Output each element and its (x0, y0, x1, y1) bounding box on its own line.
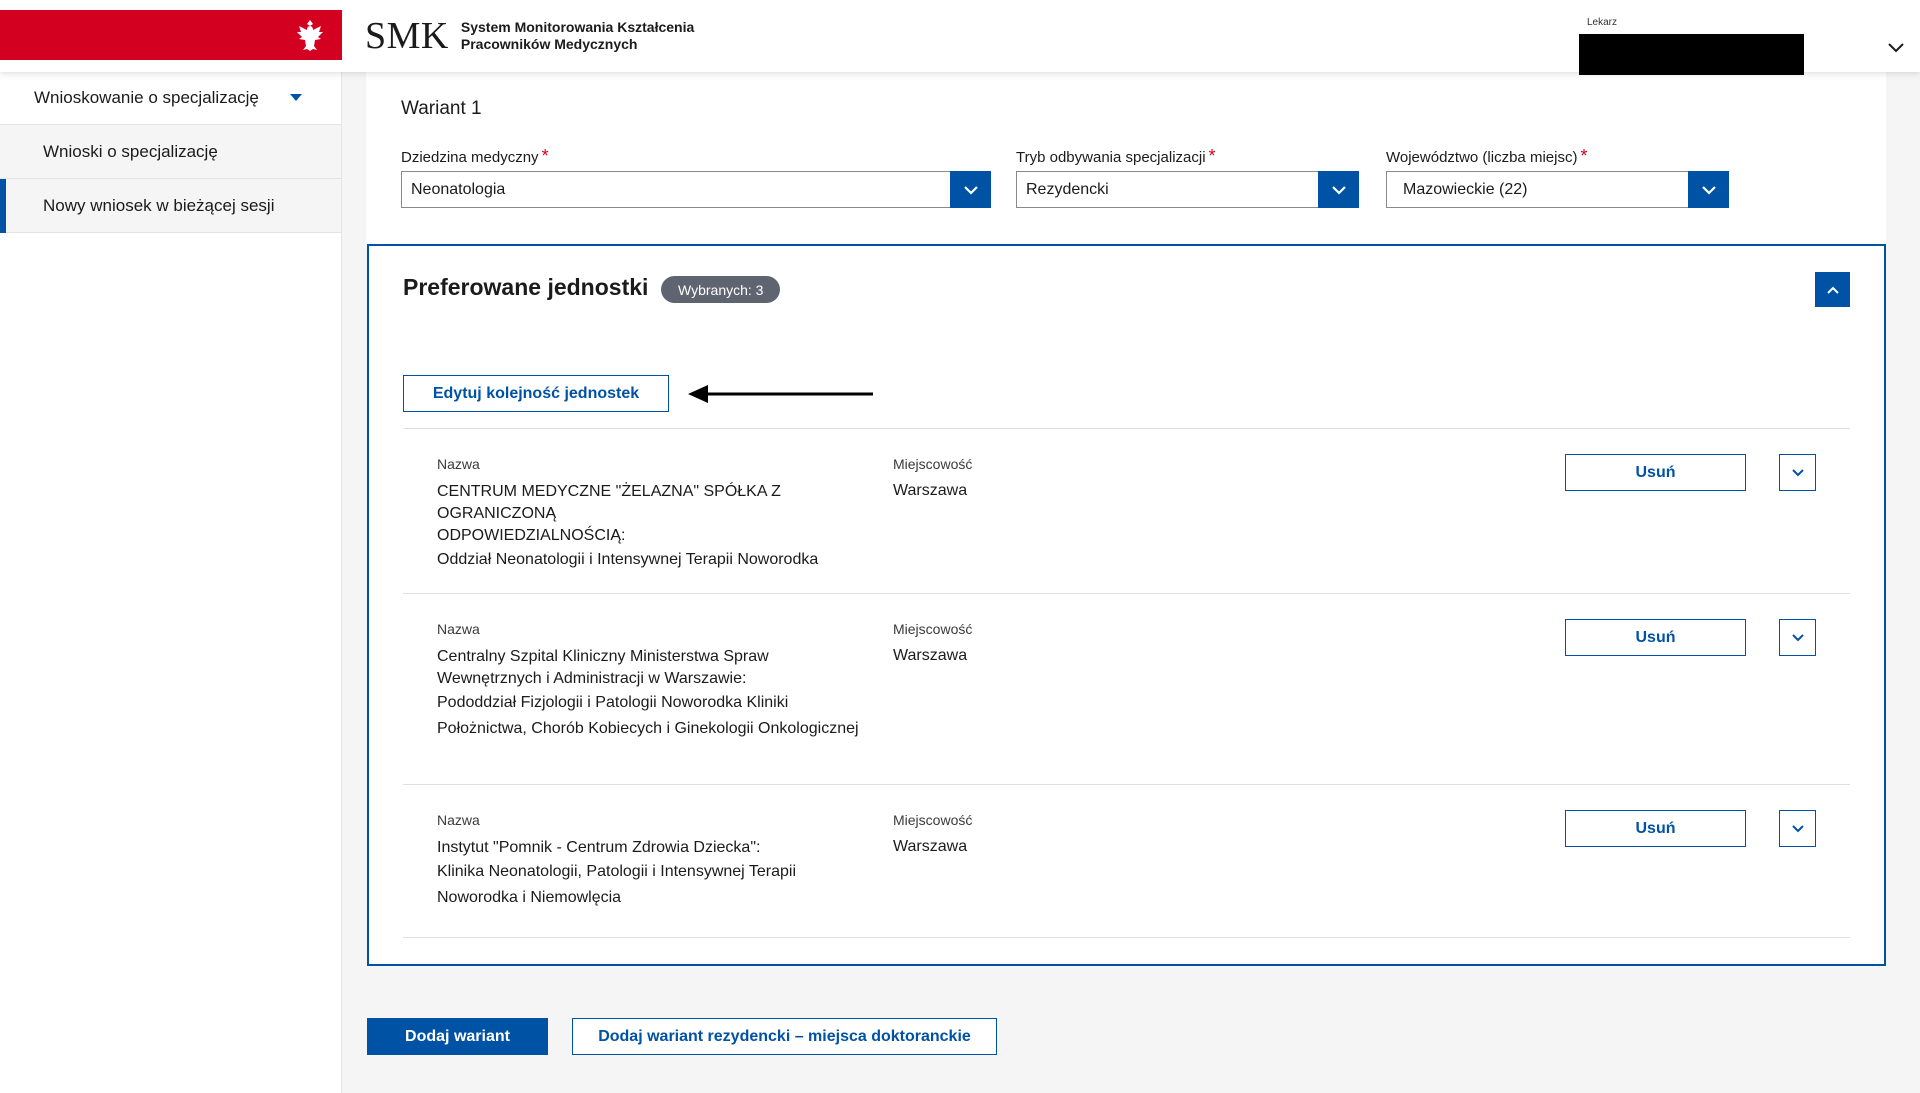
preferred-units-title: Preferowane jednostki (403, 274, 649, 300)
name-column-label: Nazwa (437, 456, 480, 472)
chevron-down-icon (1701, 185, 1716, 195)
unit-name-line: Pododdział Fizjologii i Patologii Noworo… (437, 694, 789, 711)
row-divider (403, 428, 1850, 429)
unit-name-line: Centralny Szpital Kliniczny Ministerstwa… (437, 648, 769, 665)
unit-name-line: CENTRUM MEDYCZNE "ŻELAZNA" SPÓŁKA Z OGRA… (437, 483, 781, 522)
city-column-label: Miejscowość (893, 812, 973, 828)
unit-name-line: Instytut "Pomnik - Centrum Zdrowia Dziec… (437, 839, 761, 856)
unit-name-line: Noworodka i Niemowlęcia (437, 889, 622, 906)
expand-unit-button[interactable] (1779, 454, 1816, 491)
unit-name-line: Klinika Neonatologii, Patologii i Intens… (437, 863, 797, 880)
field-label-tryb: Tryb odbywania specjalizacji * (1016, 146, 1216, 167)
chevron-down-icon (1331, 185, 1346, 195)
remove-unit-button[interactable]: Usuń (1565, 619, 1746, 656)
brand-description: System Monitorowania Kształcenia Pracown… (460, 19, 695, 52)
tryb-select[interactable]: Rezydencki (1016, 171, 1359, 208)
active-indicator (0, 179, 6, 233)
unit-name: Instytut "Pomnik - Centrum Zdrowia Dziec… (437, 837, 877, 909)
remove-unit-button[interactable]: Usuń (1565, 810, 1746, 847)
row-divider (403, 593, 1850, 594)
field-label-text: Województwo (liczba miejsc) (1386, 149, 1578, 166)
dziedzina-select[interactable]: Neonatologia (401, 171, 991, 208)
arrow-left-icon (688, 385, 873, 403)
expand-unit-button[interactable] (1779, 619, 1816, 656)
variant-title: Wariant 1 (401, 98, 482, 119)
brand-logo-text: SMK (365, 15, 449, 57)
unit-name: Centralny Szpital Kliniczny Ministerstwa… (437, 646, 897, 740)
chevron-up-icon (1826, 286, 1839, 294)
select-value: Neonatologia (411, 180, 506, 198)
white-eagle-icon (297, 20, 323, 51)
sidebar-item-wnioskowanie[interactable]: Wnioskowanie o specjalizację (0, 72, 341, 125)
city-column-label: Miejscowość (893, 456, 973, 472)
field-label-dziedzina: Dziedzina medyczny * (401, 146, 549, 167)
required-mark: * (541, 146, 549, 166)
required-mark: * (1208, 146, 1216, 166)
chevron-down-icon (1791, 633, 1804, 641)
unit-name-line: ODPOWIEDZIALNOŚCIĄ: (437, 527, 626, 544)
sidebar-item-label: Nowy wniosek w bieżącej sesji (43, 195, 275, 215)
app-header: SMK System Monitorowania Kształcenia Pra… (0, 0, 1920, 75)
chevron-down-icon (1791, 468, 1804, 476)
sidebar-item-label: Wnioskowanie o specjalizację (34, 88, 259, 107)
row-divider (403, 937, 1850, 938)
wojewodztwo-select[interactable]: Mazowieckie (22) (1386, 171, 1729, 208)
unit-name-line: Wewnętrznych i Administracji w Warszawie… (437, 670, 747, 687)
user-name-redacted[interactable] (1579, 34, 1804, 75)
expand-unit-button[interactable] (1779, 810, 1816, 847)
edit-order-button[interactable]: Edytuj kolejność jednostek (403, 375, 669, 412)
app-brand[interactable]: SMK System Monitorowania Kształcenia Pra… (365, 16, 701, 56)
name-column-label: Nazwa (437, 621, 480, 637)
unit-city: Warszawa (893, 838, 968, 855)
select-value: Rezydencki (1026, 180, 1109, 198)
unit-city: Warszawa (893, 482, 968, 499)
user-role-label: Lekarz (1587, 17, 1618, 28)
poland-flag-bar (0, 10, 342, 60)
chevron-down-icon (1791, 824, 1804, 832)
select-toggle[interactable] (950, 171, 991, 208)
chevron-down-icon[interactable] (1885, 36, 1907, 58)
unit-name-line: Oddział Neonatologii i Intensywnej Terap… (437, 551, 819, 568)
required-mark: * (1580, 146, 1588, 166)
field-label-wojewodztwo: Województwo (liczba miejsc) * (1386, 146, 1587, 167)
sidebar: Wnioskowanie o specjalizację Wnioski o s… (0, 72, 342, 1093)
collapse-panel-button[interactable] (1815, 272, 1850, 307)
selected-count-badge: Wybranych: 3 (661, 276, 781, 303)
remove-unit-button[interactable]: Usuń (1565, 454, 1746, 491)
chevron-down-icon (963, 185, 978, 195)
add-variant-button[interactable]: Dodaj wariant (367, 1018, 548, 1055)
select-toggle[interactable] (1688, 171, 1729, 208)
caret-down-icon (290, 94, 302, 101)
city-column-label: Miejscowość (893, 621, 973, 637)
add-resident-doctoral-variant-button[interactable]: Dodaj wariant rezydencki – miejsca dokto… (572, 1018, 997, 1055)
unit-name: CENTRUM MEDYCZNE "ŻELAZNA" SPÓŁKA Z OGRA… (437, 481, 877, 571)
row-divider (403, 784, 1850, 785)
sidebar-item-label: Wnioski o specjalizację (43, 141, 218, 161)
sidebar-item-nowy-wniosek[interactable]: Nowy wniosek w bieżącej sesji (0, 179, 341, 233)
field-label-text: Dziedzina medyczny (401, 149, 539, 166)
select-value: Mazowieckie (22) (1403, 180, 1528, 198)
unit-city: Warszawa (893, 647, 968, 664)
sidebar-item-wnioski[interactable]: Wnioski o specjalizację (0, 125, 341, 179)
field-label-text: Tryb odbywania specjalizacji (1016, 149, 1206, 166)
name-column-label: Nazwa (437, 812, 480, 828)
unit-name-line: Położnictwa, Chorób Kobiecych i Ginekolo… (437, 720, 859, 737)
select-toggle[interactable] (1318, 171, 1359, 208)
